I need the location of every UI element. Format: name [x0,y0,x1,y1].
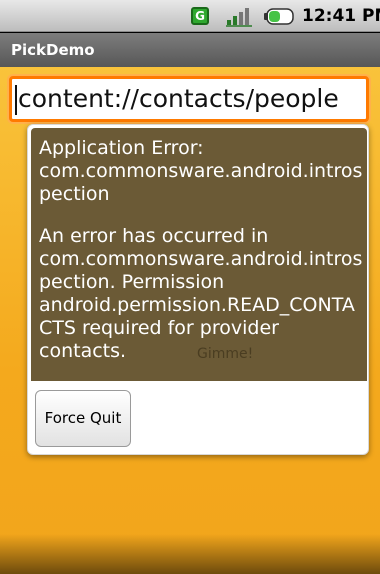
g-notification-icon[interactable]: G [191,7,209,25]
text-cursor [15,85,17,115]
dialog-body: Application Error: com.commonsware.andro… [31,128,367,381]
signal-icon [226,8,252,27]
dialog-title: Application Error: com.commonsware.andro… [39,137,363,205]
title-bar: PickDemo [0,33,380,67]
url-input-value: content://contacts/people [18,84,339,113]
status-time: 12:41 PM [302,6,380,26]
gimme-button-label: Gimme! [197,346,254,362]
app-title: PickDemo [11,41,95,59]
force-quit-button[interactable]: Force Quit [35,390,131,447]
error-dialog: Application Error: com.commonsware.andro… [27,124,369,455]
battery-icon [264,8,294,25]
status-bar: G 12:41 PM [0,0,380,32]
url-input[interactable]: content://contacts/people [9,76,369,122]
dialog-message: An error has occurred in com.commonsware… [39,225,363,362]
